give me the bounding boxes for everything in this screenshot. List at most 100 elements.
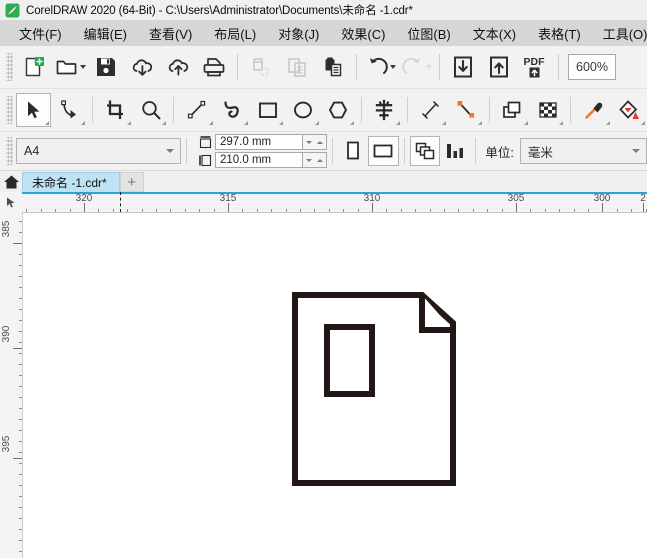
toolbox-grip[interactable] bbox=[6, 96, 13, 124]
ellipse-tool-flyout[interactable] bbox=[314, 121, 319, 125]
connector-tool-flyout[interactable] bbox=[477, 121, 482, 125]
printer-icon bbox=[203, 58, 225, 77]
export-button[interactable] bbox=[481, 49, 517, 85]
units-label: 单位: bbox=[485, 145, 514, 160]
toolbar-separator-1 bbox=[237, 54, 238, 80]
color-eyedropper-tool[interactable] bbox=[576, 93, 611, 127]
publish-pdf-button[interactable]: PDF bbox=[517, 49, 553, 85]
interactive-fill-tool[interactable] bbox=[612, 93, 647, 127]
menu-edit[interactable]: 编辑(E) bbox=[73, 21, 138, 46]
units-select[interactable]: 毫米 bbox=[519, 138, 647, 164]
artistic-media-flyout[interactable] bbox=[243, 121, 248, 125]
freehand-tool[interactable] bbox=[179, 93, 214, 127]
rectangle-tool-flyout[interactable] bbox=[279, 121, 284, 125]
menu-object[interactable]: 对象(J) bbox=[267, 21, 330, 46]
page-width-input[interactable]: 297.0 mm bbox=[214, 134, 303, 150]
zoom-tool[interactable] bbox=[133, 93, 168, 127]
polygon-tool-flyout[interactable] bbox=[349, 121, 354, 125]
zoom-tool-flyout[interactable] bbox=[162, 121, 167, 125]
new-document-button[interactable] bbox=[16, 49, 52, 85]
shape-tool-flyout[interactable] bbox=[80, 121, 85, 125]
ruler-minor-tick bbox=[19, 551, 22, 552]
ruler-major-tick bbox=[13, 243, 22, 244]
drawing-canvas[interactable] bbox=[23, 213, 647, 558]
redo-button bbox=[398, 49, 434, 85]
save-button[interactable] bbox=[88, 49, 124, 85]
connector-tool[interactable] bbox=[448, 93, 483, 127]
add-document-tab-button[interactable]: + bbox=[119, 172, 144, 192]
drop-shadow-flyout[interactable] bbox=[524, 121, 529, 125]
landscape-page-icon bbox=[374, 144, 393, 158]
freehand-tool-flyout[interactable] bbox=[208, 121, 213, 125]
transparency-tool[interactable] bbox=[530, 93, 565, 127]
import-button[interactable] bbox=[445, 49, 481, 85]
property-bar-grip[interactable] bbox=[6, 137, 13, 165]
ruler-guide-marker[interactable] bbox=[120, 192, 121, 212]
magnifier-icon bbox=[141, 101, 161, 120]
page-width-spinner[interactable] bbox=[302, 134, 327, 150]
fill-tool-flyout[interactable] bbox=[641, 121, 645, 125]
eyedropper-flyout[interactable] bbox=[605, 121, 610, 125]
page-height-input[interactable]: 210.0 mm bbox=[214, 152, 303, 168]
apply-to-current-page-button[interactable] bbox=[440, 136, 470, 166]
zoom-level-input[interactable]: 600% bbox=[568, 54, 616, 80]
pick-tool[interactable] bbox=[16, 93, 52, 127]
shape-tool[interactable] bbox=[51, 93, 86, 127]
dimension-tool-flyout[interactable] bbox=[442, 121, 447, 125]
ruler-minor-tick bbox=[487, 209, 488, 212]
menu-bitmaps[interactable]: 位图(B) bbox=[396, 21, 461, 46]
pick-tool-flyout[interactable] bbox=[45, 121, 50, 125]
ruler-minor-tick bbox=[19, 331, 22, 332]
dimension-tool[interactable] bbox=[413, 93, 448, 127]
crop-tool[interactable] bbox=[98, 93, 133, 127]
menu-effects[interactable]: 效果(C) bbox=[330, 21, 396, 46]
menu-layout[interactable]: 布局(L) bbox=[203, 21, 267, 46]
toolbar-separator-2 bbox=[356, 54, 357, 80]
undo-dropdown-caret[interactable] bbox=[389, 65, 396, 69]
units-chevron-down-icon[interactable] bbox=[628, 149, 644, 153]
open-document-button[interactable] bbox=[52, 49, 88, 85]
menu-file[interactable]: 文件(F) bbox=[8, 21, 73, 46]
vertical-ruler[interactable]: 385 390 395 bbox=[0, 213, 23, 558]
toolbox-separator-5 bbox=[488, 97, 490, 123]
ruler-minor-tick bbox=[19, 463, 22, 464]
menu-tools[interactable]: 工具(O) bbox=[592, 21, 647, 46]
portrait-orientation-button[interactable] bbox=[338, 136, 368, 166]
horizontal-ruler[interactable]: 320 315 310 305 300 2 bbox=[22, 192, 647, 213]
drop-shadow-tool[interactable] bbox=[495, 93, 530, 127]
page-size-select[interactable]: A4 bbox=[16, 138, 181, 164]
toolbar-grip[interactable] bbox=[6, 53, 13, 81]
text-tool-flyout[interactable] bbox=[396, 121, 401, 125]
landscape-orientation-button[interactable] bbox=[368, 136, 399, 166]
menu-text[interactable]: 文本(X) bbox=[462, 21, 527, 46]
cloud-upload-button[interactable] bbox=[160, 49, 196, 85]
transparency-flyout[interactable] bbox=[559, 121, 564, 125]
open-dropdown-caret[interactable] bbox=[79, 65, 86, 69]
document-tab-active[interactable]: 未命名 -1.cdr* bbox=[22, 172, 120, 192]
polygon-tool[interactable] bbox=[321, 93, 356, 127]
ruler-origin-icon[interactable] bbox=[0, 192, 22, 214]
ruler-label: 305 bbox=[507, 193, 525, 204]
document-page-drawing[interactable] bbox=[289, 289, 479, 492]
rectangle-icon bbox=[258, 102, 277, 118]
rectangle-tool[interactable] bbox=[250, 93, 285, 127]
page-height-spinner[interactable] bbox=[302, 152, 327, 168]
coreldraw-window: CorelDRAW 2020 (64-Bit) - C:\Users\Admin… bbox=[0, 0, 647, 558]
apply-to-all-pages-button[interactable] bbox=[409, 136, 440, 166]
cloud-download-button[interactable] bbox=[124, 49, 160, 85]
window-title: CorelDRAW 2020 (64-Bit) - C:\Users\Admin… bbox=[26, 5, 413, 17]
paste-button[interactable] bbox=[315, 49, 351, 85]
crop-tool-flyout[interactable] bbox=[126, 121, 131, 125]
text-tool[interactable] bbox=[367, 93, 402, 127]
page-size-chevron-down-icon[interactable] bbox=[162, 149, 178, 153]
ellipse-tool[interactable] bbox=[285, 93, 320, 127]
undo-button[interactable] bbox=[362, 49, 398, 85]
ruler-minor-tick bbox=[19, 430, 22, 431]
home-icon[interactable] bbox=[0, 171, 22, 192]
menu-table[interactable]: 表格(T) bbox=[527, 21, 592, 46]
artistic-media-tool[interactable] bbox=[215, 93, 250, 127]
menu-view[interactable]: 查看(V) bbox=[138, 21, 203, 46]
fill-bucket-icon bbox=[619, 100, 640, 119]
print-button[interactable] bbox=[196, 49, 232, 85]
work-area: 320 315 310 305 300 2 385 390 395 bbox=[0, 192, 647, 558]
